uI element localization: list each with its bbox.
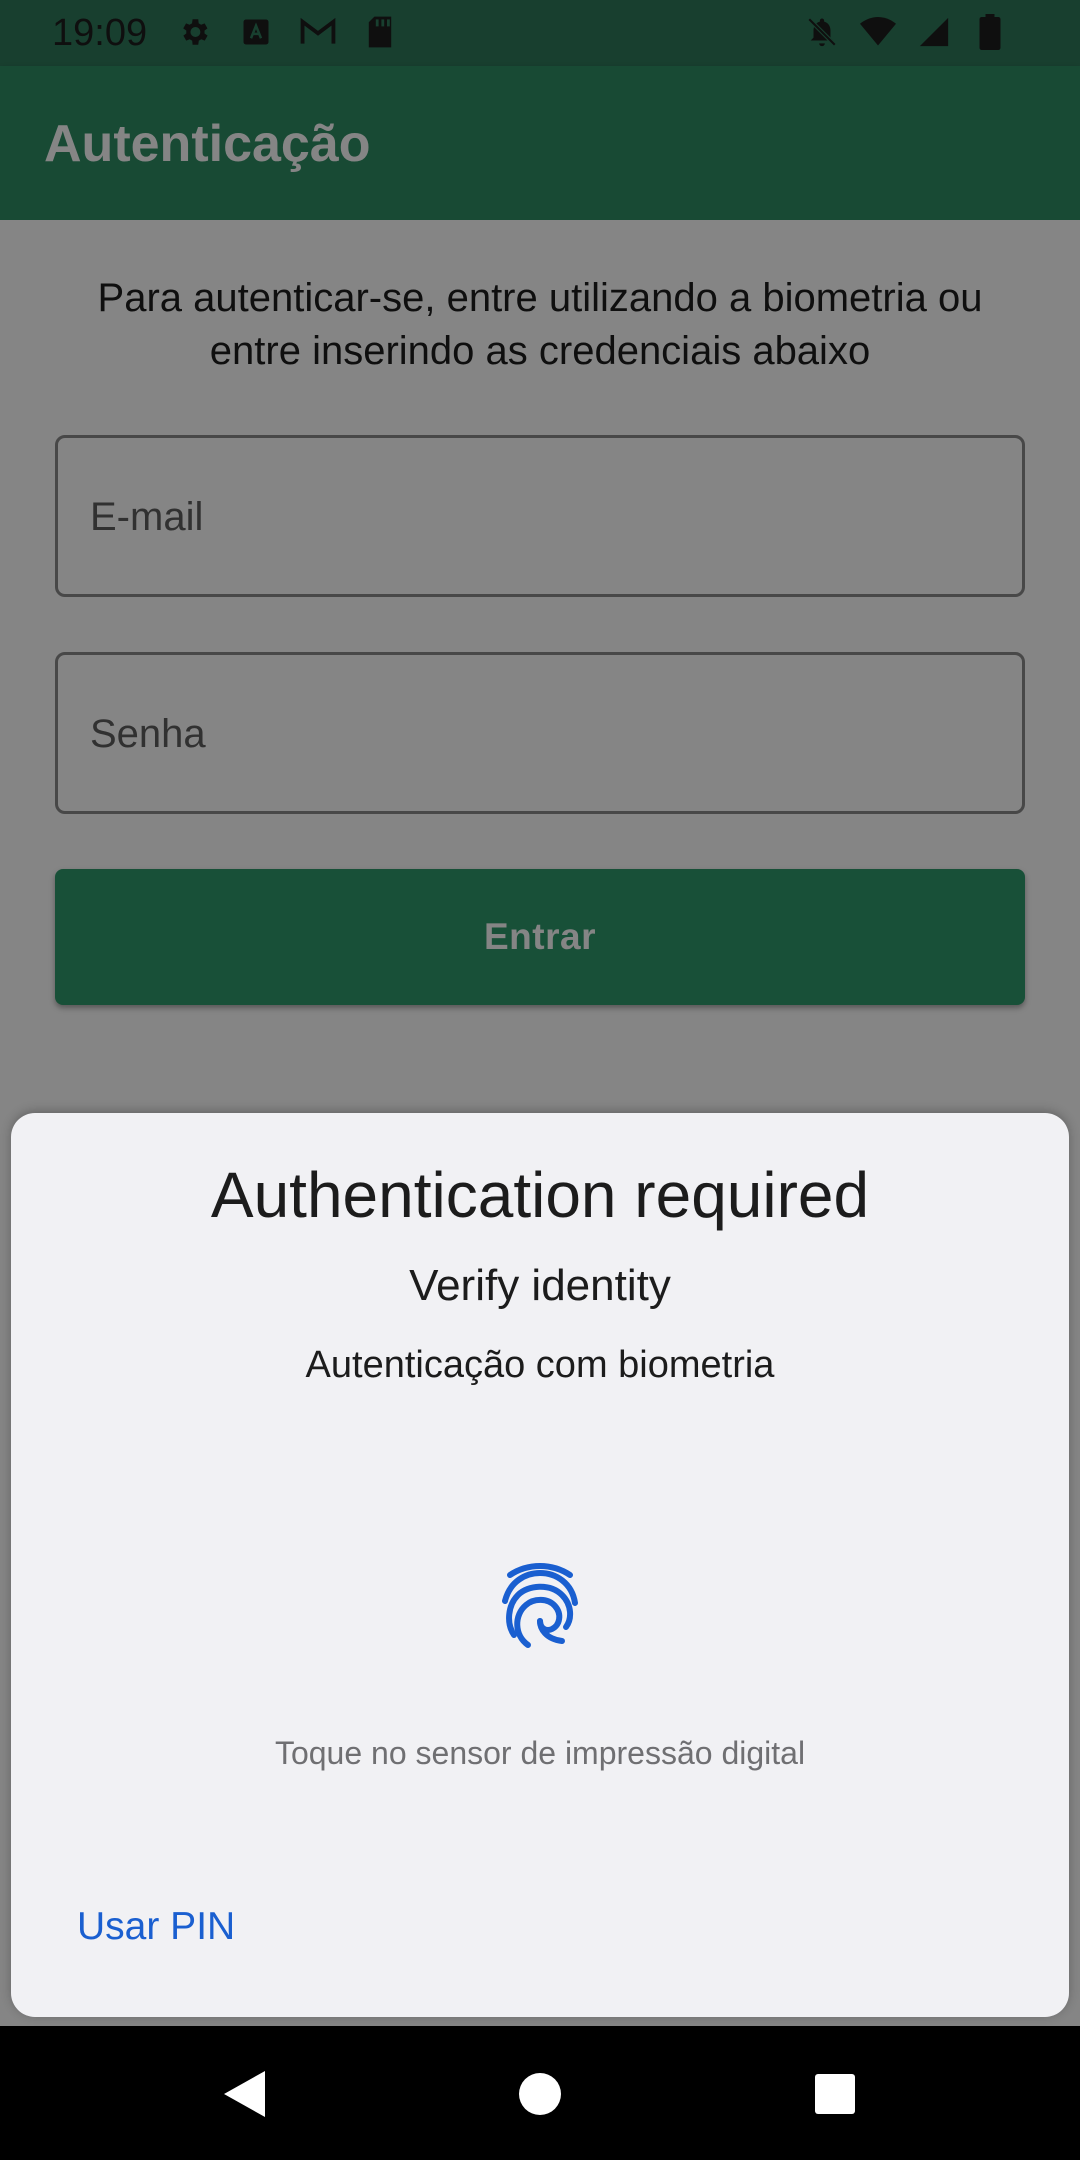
phone-screen: 19:09 Autenticação Para autenticar-se, e…: [0, 0, 1080, 2160]
back-icon[interactable]: [214, 2066, 274, 2122]
use-pin-button[interactable]: Usar PIN: [77, 1903, 235, 1951]
biometric-hint: Toque no sensor de impressão digital: [274, 1735, 806, 1771]
home-icon[interactable]: [510, 2066, 570, 2122]
fingerprint-icon: [500, 1557, 580, 1657]
biometric-prompt: Authentication required Verify identity …: [11, 1113, 1069, 2017]
recents-icon[interactable]: [805, 2066, 865, 2122]
biometric-description: Autenticação com biometria: [305, 1344, 775, 1386]
biometric-subtitle: Verify identity: [409, 1261, 671, 1310]
biometric-title: Authentication required: [210, 1159, 870, 1231]
navigation-bar: [0, 2026, 1080, 2160]
